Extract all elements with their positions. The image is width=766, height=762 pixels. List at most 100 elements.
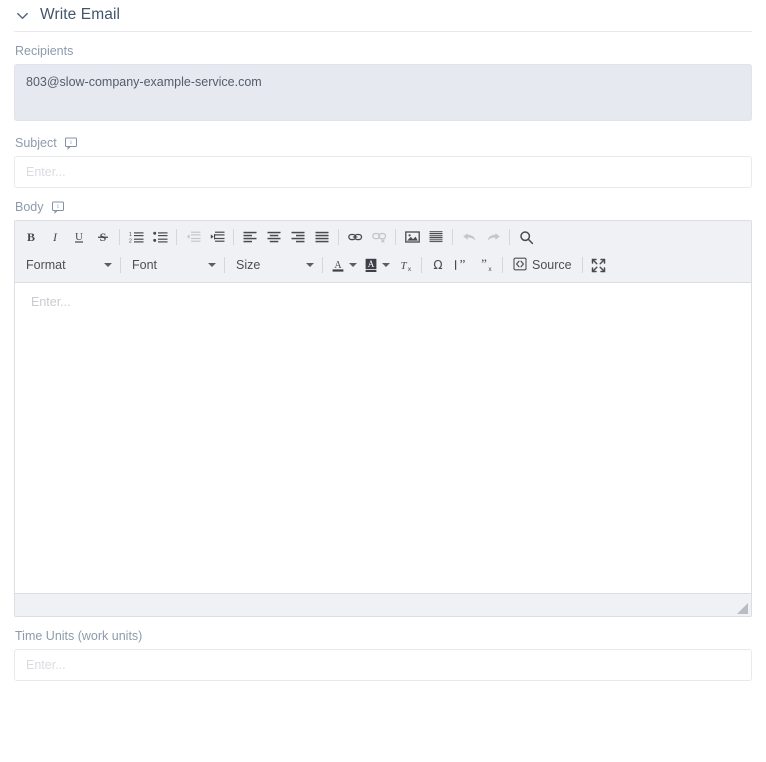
field-recipients: Recipients (0, 44, 766, 124)
svg-text:U: U (75, 231, 83, 243)
align-center-icon (267, 231, 281, 243)
info-tooltip-icon[interactable]: i (51, 201, 65, 214)
panel-header-write-email[interactable]: Write Email (0, 0, 766, 31)
insert-image-button[interactable] (400, 226, 424, 248)
time-units-label: Time Units (work units) (15, 629, 752, 643)
maximize-icon (591, 258, 606, 272)
bulleted-list-button[interactable] (148, 226, 172, 248)
align-left-button[interactable] (238, 226, 262, 248)
image-icon (404, 231, 420, 243)
bold-button[interactable]: B (19, 226, 43, 248)
strikethrough-button[interactable]: S (91, 226, 115, 248)
align-right-button[interactable] (286, 226, 310, 248)
italic-icon: I (52, 230, 58, 244)
svg-text:i: i (57, 204, 59, 210)
horizontal-rule-icon (429, 231, 443, 243)
source-button[interactable]: Source (507, 254, 578, 276)
svg-text:Ω: Ω (433, 258, 442, 272)
insert-link-button[interactable] (343, 226, 367, 248)
increase-indent-button[interactable] (205, 226, 229, 248)
body-editable-area[interactable]: Enter... (15, 283, 751, 593)
resize-grip-icon[interactable] (737, 603, 748, 614)
toolbar-separator (421, 257, 422, 273)
recipients-textarea[interactable] (14, 64, 752, 121)
subject-label: Subject i (15, 136, 752, 150)
svg-text:i: i (70, 140, 72, 146)
header-divider (14, 31, 752, 32)
chevron-down-icon (104, 263, 112, 267)
chevron-down-icon (349, 263, 357, 267)
align-justify-icon (315, 231, 329, 243)
undo-button[interactable] (457, 226, 481, 248)
format-dropdown[interactable]: Format (19, 254, 116, 276)
svg-text:1: 1 (129, 232, 132, 238)
svg-text:x: x (488, 266, 492, 272)
omega-icon: Ω (433, 258, 442, 272)
svg-text:T: T (400, 260, 407, 272)
chevron-down-icon (382, 263, 390, 267)
svg-text:I: I (52, 230, 58, 244)
maximize-button[interactable] (587, 254, 611, 276)
search-icon (519, 230, 533, 244)
svg-text:”: ” (460, 258, 466, 272)
toolbar-separator (395, 229, 396, 245)
editor-footer (15, 593, 751, 616)
source-button-label: Source (532, 258, 572, 272)
toolbar-separator (120, 257, 121, 273)
toolbar-separator (322, 257, 323, 273)
font-dropdown[interactable]: Font (125, 254, 220, 276)
horizontal-rule-button[interactable] (424, 226, 448, 248)
size-dropdown-label: Size (236, 258, 261, 272)
find-button[interactable] (514, 226, 538, 248)
strikethrough-icon: S (98, 230, 108, 244)
remove-citation-button[interactable]: ” x (474, 254, 498, 276)
bold-icon: B (27, 230, 35, 244)
text-color-button[interactable]: A (327, 254, 360, 276)
size-dropdown[interactable]: Size (229, 254, 318, 276)
decrease-indent-button[interactable] (181, 226, 205, 248)
body-label: Body i (15, 200, 752, 214)
numbered-list-button[interactable]: 1 2 (124, 226, 148, 248)
align-justify-button[interactable] (310, 226, 334, 248)
svg-text:B: B (27, 230, 35, 244)
time-units-input[interactable] (14, 649, 752, 681)
svg-text:x: x (407, 266, 411, 272)
svg-text:”: ” (481, 258, 487, 271)
underline-icon: U (75, 231, 83, 243)
toolbar-separator (581, 257, 583, 273)
link-icon (347, 233, 362, 241)
editor-toolbar-row-1: B I U S 1 2 (17, 223, 749, 251)
toolbar-separator (452, 229, 453, 245)
rich-text-editor: B I U S 1 2 (14, 220, 752, 617)
align-right-icon (291, 231, 305, 243)
editor-toolbar: B I U S 1 2 (15, 221, 751, 283)
toolbar-separator (502, 257, 503, 273)
time-units-label-text: Time Units (work units) (15, 629, 143, 643)
outdent-icon (186, 231, 200, 242)
editor-toolbar-row-2: Format Font Size A A T x Ω ” ” x Source (17, 251, 749, 279)
quote-remove-icon: ” x (481, 258, 492, 272)
remove-format-button[interactable]: T x (393, 254, 417, 276)
field-time-units: Time Units (work units) (0, 629, 766, 681)
align-center-button[interactable] (262, 226, 286, 248)
info-tooltip-icon[interactable]: i (64, 137, 78, 150)
align-left-icon (243, 231, 257, 243)
background-color-icon: A (360, 254, 381, 276)
remove-link-button[interactable] (367, 226, 391, 248)
toolbar-separator (119, 229, 120, 245)
svg-text:2: 2 (129, 239, 132, 245)
italic-button[interactable]: I (43, 226, 67, 248)
chevron-down-icon (306, 263, 314, 267)
bulleted-list-icon (152, 231, 167, 243)
svg-text:A: A (367, 259, 374, 269)
redo-button[interactable] (481, 226, 505, 248)
underline-button[interactable]: U (67, 226, 91, 248)
field-body: Body i (0, 200, 766, 214)
quote-insert-icon: ” (455, 258, 466, 272)
background-color-button[interactable]: A (360, 254, 393, 276)
insert-citation-button[interactable]: ” (450, 254, 474, 276)
special-character-button[interactable]: Ω (426, 254, 450, 276)
subject-input[interactable] (14, 156, 752, 188)
toolbar-separator (233, 229, 234, 245)
numbered-list-icon: 1 2 (129, 232, 143, 245)
